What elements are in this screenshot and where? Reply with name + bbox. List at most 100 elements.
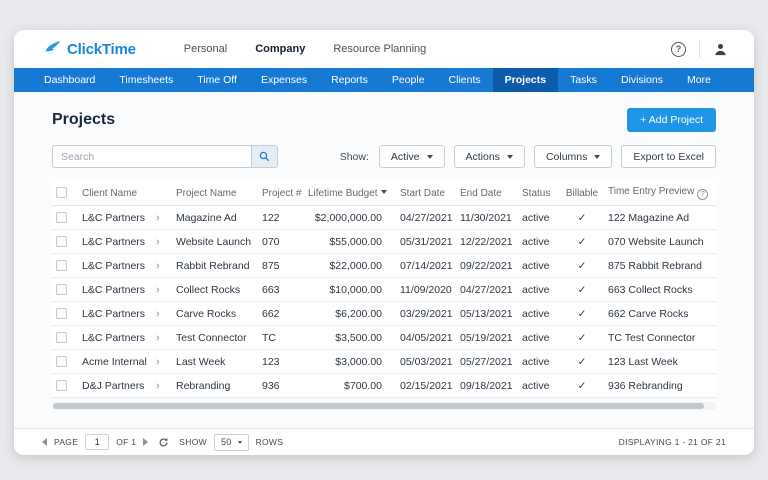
show-rows-label: SHOW [179,437,207,447]
nav-item-reports[interactable]: Reports [319,68,380,92]
client-name-cell: L&C Partners [78,230,152,254]
project-name-cell[interactable]: Last Week [172,350,258,374]
project-name-cell[interactable]: Magazine Ad [172,206,258,230]
end-date-cell: 05/13/2021 [456,302,518,326]
expand-chevron-icon[interactable]: › [156,356,160,368]
nav-item-dashboard[interactable]: Dashboard [32,68,107,92]
search-button[interactable] [251,145,278,168]
select-all-checkbox[interactable] [56,187,67,198]
show-label: Show: [340,151,369,163]
status-filter-dropdown[interactable]: Active [379,145,445,168]
horizontal-scrollbar[interactable] [52,402,716,410]
search-input[interactable] [52,145,251,168]
col-client-name[interactable]: Client Name [78,180,152,206]
project-name-cell[interactable]: Carve Rocks [172,302,258,326]
top-nav-personal[interactable]: Personal [184,39,227,59]
export-to-excel-button[interactable]: Export to Excel [621,145,716,168]
col-lifetime-budget[interactable]: Lifetime Budget [304,180,396,206]
lifetime-budget-cell: $22,000.00 [304,254,396,278]
help-icon[interactable]: ? [671,42,686,57]
lifetime-budget-cell: $6,200.00 [304,302,396,326]
project-name-cell[interactable]: Website Launch [172,230,258,254]
rows-per-page-dropdown[interactable]: 50 [214,434,249,451]
nav-item-divisions[interactable]: Divisions [609,68,675,92]
project-number-cell: 122 [258,206,304,230]
col-end-date[interactable]: End Date [456,180,518,206]
horizontal-scrollbar-thumb[interactable] [53,403,704,409]
page-of-label: OF 1 [116,437,136,447]
table-row[interactable]: Acme Internal › Last Week 123 $3,000.00 … [52,350,716,374]
actions-dropdown[interactable]: Actions [454,145,525,168]
row-checkbox[interactable] [56,236,67,247]
nav-item-tasks[interactable]: Tasks [558,68,609,92]
refresh-icon[interactable] [158,437,169,448]
table-row[interactable]: L&C Partners › Carve Rocks 662 $6,200.00… [52,302,716,326]
info-icon[interactable]: ? [697,189,708,200]
project-name-cell[interactable]: Rebranding [172,374,258,398]
table-row[interactable]: L&C Partners › Collect Rocks 663 $10,000… [52,278,716,302]
columns-dropdown[interactable]: Columns [534,145,612,168]
row-checkbox[interactable] [56,380,67,391]
row-checkbox[interactable] [56,212,67,223]
status-cell: active [518,206,560,230]
row-checkbox[interactable] [56,356,67,367]
table-row[interactable]: D&J Partners › Rebranding 936 $700.00 02… [52,374,716,398]
nav-item-more[interactable]: More [675,68,723,92]
row-checkbox[interactable] [56,260,67,271]
expand-chevron-icon[interactable]: › [156,308,160,320]
clicktime-logo[interactable]: ClickTime [44,39,136,60]
nav-item-projects[interactable]: Projects [493,68,558,92]
col-billable[interactable]: Billable [560,180,604,206]
project-name-cell[interactable]: Collect Rocks [172,278,258,302]
chevron-down-icon [594,155,600,159]
expand-chevron-icon[interactable]: › [156,236,160,248]
pagination: PAGE OF 1 SHOW 50 ROWS [42,434,283,451]
project-number-cell: 070 [258,230,304,254]
top-nav-company[interactable]: Company [255,39,305,59]
row-checkbox[interactable] [56,332,67,343]
nav-item-expenses[interactable]: Expenses [249,68,319,92]
user-account-icon[interactable] [713,42,728,57]
clicktime-bird-icon [44,39,62,60]
table-row[interactable]: L&C Partners › Website Launch 070 $55,00… [52,230,716,254]
page-title: Projects [52,111,115,129]
table-row[interactable]: L&C Partners › Magazine Ad 122 $2,000,00… [52,206,716,230]
nav-item-people[interactable]: People [380,68,437,92]
project-name-cell[interactable]: Test Connector [172,326,258,350]
client-name-cell: L&C Partners [78,278,152,302]
row-checkbox[interactable] [56,284,67,295]
start-date-cell: 04/27/2021 [396,206,456,230]
start-date-cell: 11/09/2020 [396,278,456,302]
expand-chevron-icon[interactable]: › [156,284,160,296]
col-status[interactable]: Status [518,180,560,206]
expand-chevron-icon[interactable]: › [156,380,160,392]
top-nav-resource-planning[interactable]: Resource Planning [333,39,426,59]
table-row[interactable]: L&C Partners › Test Connector TC $3,500.… [52,326,716,350]
search-icon [259,151,270,162]
table-body: L&C Partners › Magazine Ad 122 $2,000,00… [52,206,716,398]
row-checkbox[interactable] [56,308,67,319]
nav-item-time-off[interactable]: Time Off [185,68,249,92]
col-start-date[interactable]: Start Date [396,180,456,206]
nav-item-clients[interactable]: Clients [437,68,493,92]
table-row[interactable]: L&C Partners › Rabbit Rebrand 875 $22,00… [52,254,716,278]
expand-chevron-icon[interactable]: › [156,260,160,272]
col-time-entry-preview[interactable]: Time Entry Preview? [604,180,716,206]
project-name-cell[interactable]: Rabbit Rebrand [172,254,258,278]
add-project-button[interactable]: + Add Project [627,108,716,132]
next-page-icon[interactable] [143,438,148,446]
end-date-cell: 04/27/2021 [456,278,518,302]
end-date-cell: 05/27/2021 [456,350,518,374]
start-date-cell: 05/31/2021 [396,230,456,254]
expand-chevron-icon[interactable]: › [156,332,160,344]
col-project-number[interactable]: Project # [258,180,304,206]
lifetime-budget-cell: $3,500.00 [304,326,396,350]
previous-page-icon[interactable] [42,438,47,446]
status-cell: active [518,254,560,278]
expand-chevron-icon[interactable]: › [156,212,160,224]
col-project-name[interactable]: Project Name [172,180,258,206]
page-number-input[interactable] [85,434,109,450]
nav-item-timesheets[interactable]: Timesheets [107,68,185,92]
sort-desc-icon [381,190,387,194]
clicktime-logo-text: ClickTime [67,41,136,58]
